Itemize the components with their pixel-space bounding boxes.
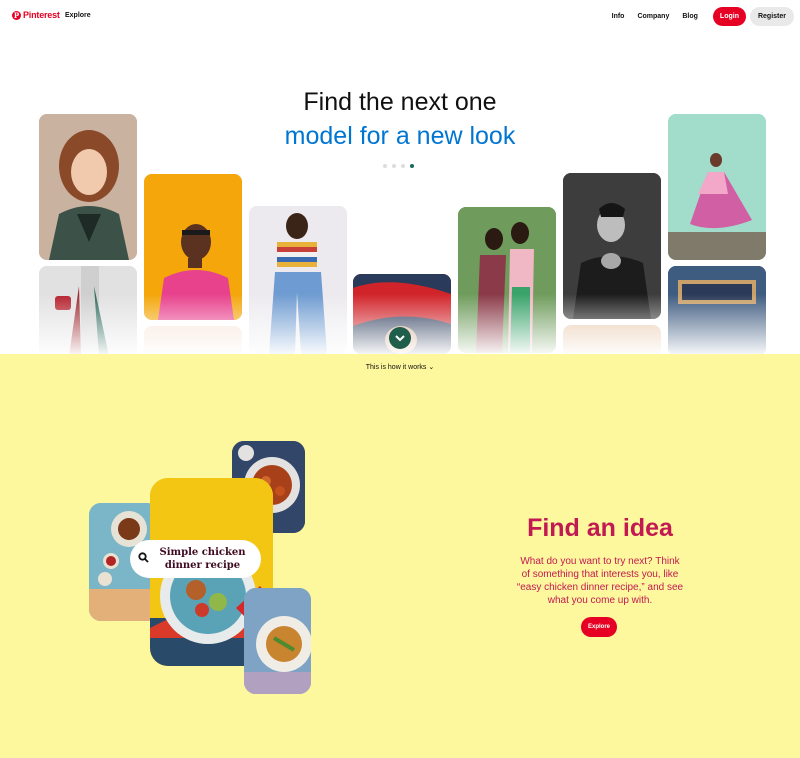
top-nav: P Pinterest Explore Info Company Blog Lo… [0, 0, 800, 34]
carousel-dot-active[interactable] [410, 164, 414, 168]
nav-info-link[interactable]: Info [612, 13, 625, 20]
pin-image-pink-dress[interactable] [668, 114, 766, 260]
idea-description: What do you want to try next? Think of s… [516, 556, 684, 606]
search-icon [136, 550, 150, 568]
carousel-dot[interactable] [401, 164, 405, 168]
pin-image-faded[interactable] [144, 326, 242, 354]
hero-title: Find the next one [303, 88, 497, 116]
bw-man-illustration [563, 173, 661, 319]
chevron-down-icon [395, 335, 405, 342]
pink-sweater-illustration [144, 174, 242, 320]
pin-image-bag-street[interactable] [39, 266, 137, 354]
portrait-illustration [39, 114, 137, 260]
nav-blog-link[interactable]: Blog [682, 13, 698, 20]
nav-right-group: Info Company Blog Login Register [612, 7, 794, 26]
two-women-illustration [458, 207, 556, 353]
idea-title: Find an idea [527, 514, 673, 542]
pin-image-faded-2[interactable] [563, 325, 661, 354]
street-illustration [39, 266, 137, 354]
login-button[interactable]: Login [712, 7, 746, 26]
search-icon-svg [137, 552, 149, 563]
pinterest-logo[interactable]: P Pinterest [12, 10, 60, 20]
food-image-bottom[interactable] [244, 588, 311, 694]
register-button[interactable]: Register [749, 7, 794, 26]
striped-top-illustration [249, 206, 347, 354]
logo-text: Pinterest [23, 10, 60, 20]
pin-image-pink-sweater[interactable] [144, 174, 242, 320]
hero-section: Find the next one model for a new look [0, 34, 800, 354]
pin-image-two-women[interactable] [458, 207, 556, 353]
pin-image-curly-hair-woman[interactable] [39, 114, 137, 260]
explore-button[interactable]: Explore [581, 617, 617, 637]
pinterest-logo-icon: P [12, 10, 21, 20]
chevron-down-icon: ⌄ [428, 364, 435, 371]
search-pill[interactable]: Simple chicken dinner recipe [130, 540, 261, 578]
nav-company-link[interactable]: Company [637, 13, 669, 20]
pink-dress-illustration [668, 114, 766, 260]
bottom-food-illustration [244, 588, 311, 694]
carousel-dots [383, 164, 414, 168]
carousel-dot[interactable] [392, 164, 396, 168]
scroll-down-button[interactable] [389, 327, 411, 349]
search-pill-text: Simple chicken dinner recipe [159, 547, 246, 571]
how-it-works-link[interactable]: This is how it works ⌄ [0, 363, 800, 371]
pin-image-striped-top[interactable] [249, 206, 347, 354]
carousel-dot[interactable] [383, 164, 387, 168]
pin-image-man-bw[interactable] [563, 173, 661, 319]
nav-explore-link[interactable]: Explore [65, 12, 91, 19]
how-it-works-label: This is how it works [365, 364, 427, 371]
denim-illustration [668, 266, 766, 354]
pin-image-denim[interactable] [668, 266, 766, 354]
